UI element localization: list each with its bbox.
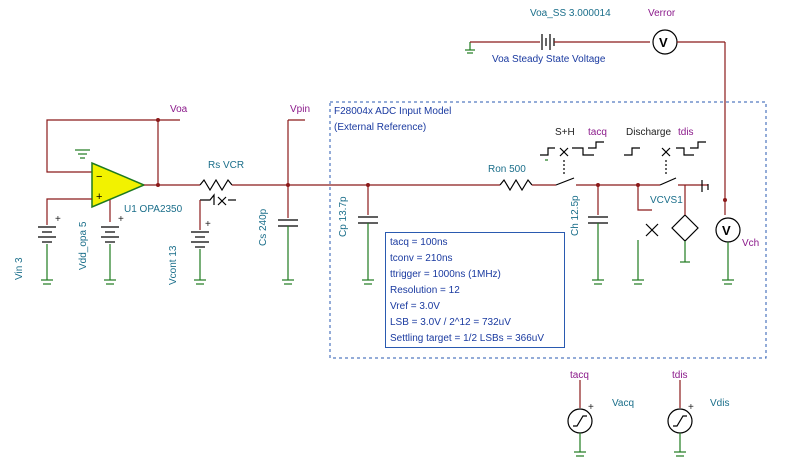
label-vcvs: VCVS1 [650, 195, 683, 206]
svg-text:+: + [96, 191, 102, 203]
label-rs: Rs VCR [208, 160, 244, 171]
verror-meter[interactable]: V [652, 29, 726, 215]
label-vdis: Vdis [710, 398, 729, 409]
label-tacq-source: tacq [570, 370, 589, 381]
vacq-source[interactable]: + [567, 380, 594, 457]
note-line: Resolution = 12 [390, 285, 460, 296]
vch-meter[interactable]: V [715, 198, 741, 285]
cs-capacitor[interactable] [278, 119, 305, 285]
label-vin: Vin 3 [14, 257, 25, 280]
label-u1: U1 OPA2350 [124, 204, 183, 215]
label-ch: Ch 12.5p [570, 195, 581, 236]
vdd-source[interactable]: + [101, 214, 124, 285]
label-tdis-source: tdis [672, 370, 688, 381]
note-line: Vref = 3.0V [390, 301, 440, 312]
svg-text:−: − [96, 171, 102, 183]
ron-resistor[interactable] [499, 178, 556, 192]
svg-text:+: + [688, 402, 694, 413]
voa-ss-source[interactable] [465, 34, 650, 54]
note-line: tacq = 100ns [390, 237, 448, 248]
sh-switch[interactable] [540, 141, 660, 186]
note-line: Settling target = 1/2 LSBs = 366uV [390, 333, 544, 344]
label-voa: Voa [170, 104, 188, 115]
svg-text:V: V [659, 35, 668, 50]
cp-capacitor[interactable] [358, 183, 378, 285]
label-discharge: Discharge [626, 127, 671, 138]
label-ext-ref: (External Reference) [334, 122, 426, 133]
ground-opamp-top [75, 149, 90, 159]
vdis-source[interactable]: + [667, 380, 694, 457]
label-cs: Cs 240p [258, 208, 269, 246]
label-vch: Vch [742, 238, 759, 249]
label-voa-ss: Voa_SS 3.000014 [530, 8, 611, 19]
label-ron: Ron 500 [488, 164, 526, 175]
note-line: ttrigger = 1000ns (1MHz) [390, 269, 501, 280]
svg-text:+: + [205, 219, 211, 230]
label-vcont: Vcont 13 [168, 245, 179, 285]
rs-vcr-resistor[interactable] [199, 178, 500, 206]
label-vdd: Vdd_opa 5 [78, 221, 89, 270]
label-voa-steady: Voa Steady State Voltage [492, 54, 606, 65]
adc-notes-box[interactable]: tacq = 100ns tconv = 210ns ttrigger = 10… [385, 232, 565, 348]
svg-text:+: + [588, 402, 594, 413]
label-vpin: Vpin [290, 104, 310, 115]
svg-text:+: + [55, 214, 61, 225]
ch-capacitor[interactable] [588, 183, 608, 285]
label-cp: Cp 13.7p [338, 196, 349, 237]
vcont-source[interactable]: + [191, 200, 211, 285]
svg-text:V: V [722, 223, 731, 238]
label-tdis-switch: tdis [678, 127, 694, 138]
label-verror: Verror [648, 8, 676, 19]
note-line: LSB = 3.0V / 2^12 = 732uV [390, 317, 511, 328]
discharge-switch[interactable] [624, 141, 709, 192]
label-adc-model: F28004x ADC Input Model [334, 106, 451, 117]
svg-text:+: + [118, 214, 124, 225]
label-sh: S+H [555, 127, 575, 138]
label-vacq: Vacq [612, 398, 634, 409]
label-tacq-switch: tacq [588, 127, 607, 138]
note-line: tconv = 210ns [390, 253, 453, 264]
